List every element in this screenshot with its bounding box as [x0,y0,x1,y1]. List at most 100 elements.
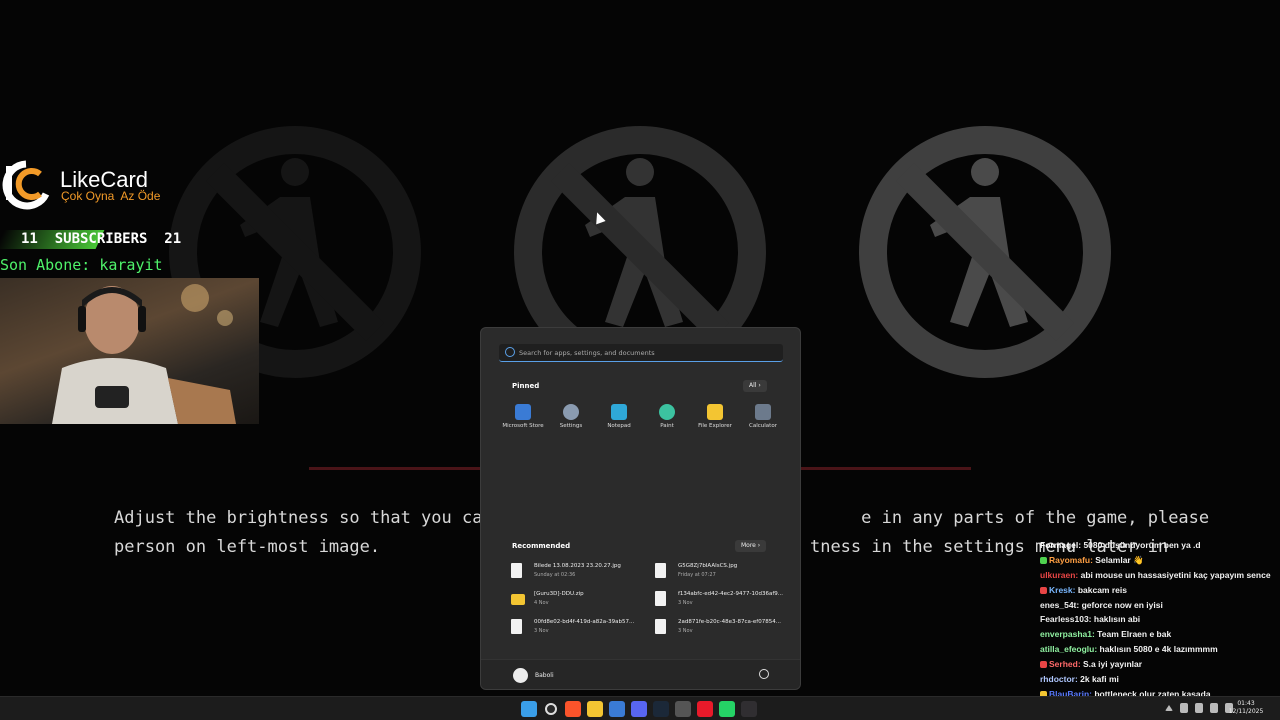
file-date: 3 Nov [678,628,693,634]
chat-message: Formagel: 5080 düşünüyorum ben ya .d [1040,540,1280,555]
chat-message: enes_54t: geforce now en iyisi [1040,600,1280,615]
app-label: Notepad [607,423,631,429]
file-date: Friday at 07:27 [678,572,716,578]
recommended-title: Recommended [512,542,571,550]
file-icon [655,563,666,578]
gear-icon [563,404,579,420]
chat-username[interactable]: Kresk: [1049,585,1075,595]
last-subscriber: Son Abone: karayit [0,256,163,274]
app-label: Calculator [749,423,777,429]
app-label: File Explorer [698,423,732,429]
usb-icon[interactable] [1180,703,1188,713]
more-button[interactable]: More › [735,540,767,552]
pinned-title: Pinned [512,382,540,390]
recommended-list: Bilede 13.08.2023 23.20.27.jpg Sunday at… [511,563,784,638]
brand-tagline: Çok Oyna Az Öde [61,189,161,203]
recommended-item[interactable]: Bilede 13.08.2023 23.20.27.jpg Sunday at… [511,563,655,582]
user-name[interactable]: Baboli [535,672,554,679]
volume-icon[interactable] [1210,703,1218,713]
brave-browser-icon[interactable] [565,701,581,717]
stream-chat: Formagel: 5080 düşünüyorum ben ya .d Rayo… [1040,540,1280,719]
chat-username[interactable]: Serhed: [1049,659,1081,669]
recommended-item[interactable]: 2ad871fe-b20c-48e3-87ca-ef07854... 3 Nov [655,619,781,638]
pinned-app-microsoft-store[interactable]: Microsoft Store [499,404,547,429]
obs-icon[interactable] [741,701,757,717]
webcam-feed [0,278,259,424]
subscriber-count: 11 SUBSCRIBERS 21 [21,231,182,247]
chat-message: Rayomafu: Selamlar 👋 [1040,555,1280,570]
chat-badge-icon [1040,661,1047,669]
search-icon[interactable] [545,703,557,715]
file-date: 3 Nov [678,600,693,606]
chat-message: ulkuraen: abi mouse un hassasiyetini kaç… [1040,570,1280,585]
opera-icon[interactable] [697,701,713,717]
clock-date: 12/11/2025 [1228,708,1264,715]
file-explorer-icon[interactable] [587,701,603,717]
system-tray [1165,703,1233,713]
store-icon [515,404,531,420]
pinned-app-settings[interactable]: Settings [547,404,595,429]
chat-username[interactable]: Fearless103: [1040,614,1092,624]
file-name: f134abfc-ed42-4ec2-9477-10d36af9... [678,591,784,597]
folder-icon [707,404,723,420]
chat-username[interactable]: atilla_efeoglu: [1040,644,1097,654]
chat-message: Kresk: bakcam reis [1040,585,1280,600]
file-icon [511,619,522,634]
likecard-logo: LikeCard Çok Oyna Az Öde [2,160,202,214]
chat-text: S.a iyi yayınlar [1080,659,1143,670]
recommended-item[interactable]: 00fd8e02-bd4f-419d-a82a-39ab57... 3 Nov [511,619,655,638]
chat-username[interactable]: enverpasha1: [1040,629,1095,639]
chat-username[interactable]: ulkuraen: [1040,570,1078,580]
subscriber-bar: 11 SUBSCRIBERS 21 [0,230,205,249]
pinned-app-file-explorer[interactable]: File Explorer [691,404,739,429]
file-date: Sunday at 02:36 [534,572,576,578]
file-name: 2ad871fe-b20c-48e3-87ca-ef07854... [678,619,781,625]
taskbar-apps [521,701,757,717]
chat-username[interactable]: Formagel: [1040,540,1081,550]
whatsapp-icon[interactable] [719,701,735,717]
file-name: [Guru3D]-DDU.zip [534,591,584,597]
file-icon [655,591,666,606]
file-icon [511,563,522,578]
discord-icon[interactable] [631,701,647,717]
windows-start-icon[interactable] [521,701,537,717]
recommended-item[interactable]: f134abfc-ed42-4ec2-9477-10d36af9... 3 No… [655,591,784,610]
chat-message: rhdoctor: 2k kafi mi [1040,674,1280,689]
pinned-app-notepad[interactable]: Notepad [595,404,643,429]
power-icon[interactable] [759,669,769,679]
chat-badge-icon [1040,556,1047,564]
chat-text: 5080 düşünüyorum ben ya .d [1081,540,1201,550]
start-menu[interactable]: Pinned All › Microsoft Store Settings No… [480,327,801,690]
file-name: 00fd8e02-bd4f-419d-a82a-39ab57... [534,619,635,625]
user-avatar-icon[interactable] [513,668,528,683]
steam-icon[interactable] [653,701,669,717]
all-apps-button[interactable]: All › [743,380,767,392]
chat-text: haklısın 5080 e 4k lazımmmm [1097,644,1218,655]
file-name: Bilede 13.08.2023 23.20.27.jpg [534,563,621,569]
recommended-item[interactable]: [Guru3D]-DDU.zip 4 Nov [511,591,655,610]
chevron-up-icon[interactable] [1165,705,1173,711]
start-search-input[interactable] [519,344,774,361]
recommended-item[interactable]: G5G8Zj7bIAAIsCS.jpg Friday at 07:27 [655,563,781,582]
pinned-app-calculator[interactable]: Calculator [739,404,787,429]
network-icon[interactable] [1195,703,1203,713]
chat-badge-icon [1040,586,1047,594]
clock-time: 01:43 [1237,700,1255,707]
chat-text: Selamlar 👋 [1092,554,1144,565]
chat-message: Serhed: S.a iyi yayınlar [1040,659,1280,674]
folder-icon [511,594,525,605]
chat-username[interactable]: enes_54t: [1040,600,1079,610]
chat-text: abi mouse un hassasiyetini kaç yapayım s… [1078,569,1271,580]
chat-username[interactable]: rhdoctor: [1040,674,1078,684]
start-search-box[interactable] [499,344,783,362]
pinned-app-paint[interactable]: Paint [643,404,691,429]
system-clock[interactable]: 01:43 12/11/2025 [1226,700,1266,716]
app-label: Settings [559,423,583,429]
chat-username[interactable]: Rayomafu: [1049,555,1093,565]
likecard-logo-icon [2,160,50,210]
file-icon [655,619,666,634]
store-icon[interactable] [609,701,625,717]
settings-icon[interactable] [675,701,691,717]
chat-text: haklısın abi [1091,614,1141,625]
chat-text: bakcam reis [1075,584,1127,595]
